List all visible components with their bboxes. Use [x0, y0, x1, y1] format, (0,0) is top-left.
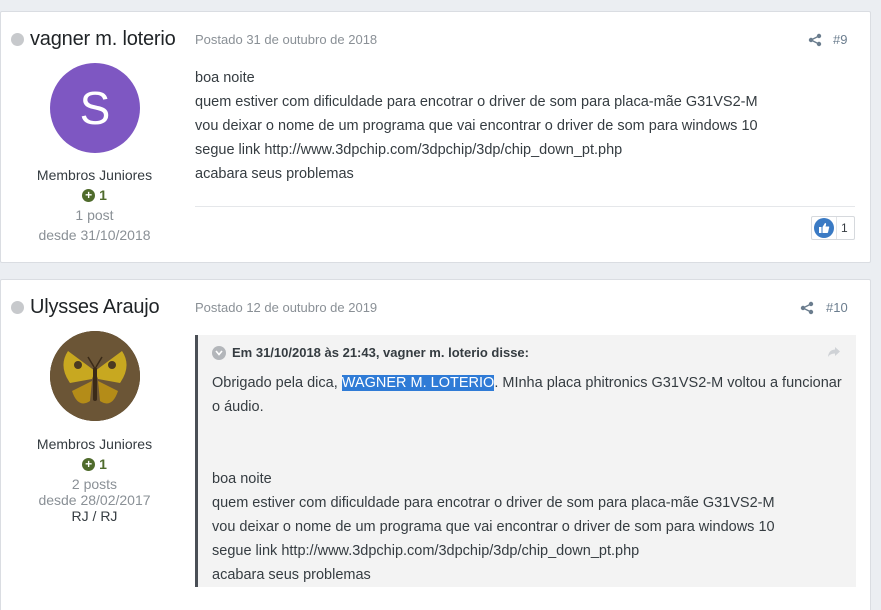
- post-date[interactable]: Postado 31 de outubro de 2018: [195, 32, 377, 47]
- reputation-badge: + 1: [1, 187, 188, 203]
- quote-citation: Em 31/10/2018 às 21:43, vagner m. loteri…: [232, 345, 529, 360]
- like-count: 1: [836, 217, 854, 239]
- reputation-badge: + 1: [1, 456, 188, 472]
- author-meta: Membros Juniores + 1 1 post desde 31/10/…: [1, 167, 188, 243]
- quoted-line: quem estiver com dificuldade para encotr…: [212, 495, 775, 511]
- member-group: Membros Juniores: [36, 436, 153, 452]
- like-icon[interactable]: [814, 218, 834, 238]
- reply-text-start: Obrigado pela dica,: [212, 375, 342, 391]
- status-dot-icon: [11, 33, 24, 46]
- author-meta: Membros Juniores + 1 2 posts desde 28/02…: [1, 436, 188, 524]
- quoted-line: acabara seus problemas: [212, 567, 371, 583]
- post-date[interactable]: Postado 12 de outubro de 2019: [195, 300, 377, 315]
- author-link[interactable]: Ulysses Araujo: [30, 296, 160, 319]
- author-link[interactable]: vagner m. loterio: [30, 28, 176, 51]
- quoted-line: boa noite: [212, 471, 272, 487]
- post-10: Ulysses Araujo Membros Juniores + 1 2 po…: [0, 279, 871, 610]
- content-line: acabara seus problemas: [195, 166, 354, 182]
- divider: [195, 206, 855, 207]
- content-line: segue link http://www.3dpchip.com/3dpchi…: [195, 142, 623, 158]
- post-number-link[interactable]: #10: [826, 300, 848, 315]
- plus-icon: +: [82, 188, 96, 202]
- join-date: desde 31/10/2018: [38, 227, 151, 243]
- selected-text[interactable]: WAGNER M. LOTERIO: [341, 375, 495, 391]
- share-icon[interactable]: [808, 33, 822, 47]
- post-count: 2 posts: [71, 476, 118, 492]
- author-name[interactable]: vagner m. loterio: [11, 28, 176, 51]
- quote-header[interactable]: Em 31/10/2018 às 21:43, vagner m. loteri…: [212, 345, 529, 360]
- location: RJ / RJ: [71, 508, 118, 524]
- avatar[interactable]: [50, 331, 140, 421]
- avatar[interactable]: S: [50, 63, 140, 153]
- content-line: vou deixar o nome de um programa que vai…: [195, 118, 758, 134]
- plus-icon: +: [82, 457, 96, 471]
- status-dot-icon: [11, 301, 24, 314]
- like-button[interactable]: 1: [811, 216, 855, 240]
- post-9: vagner m. loterio S Membros Juniores + 1…: [0, 11, 871, 263]
- member-group: Membros Juniores: [36, 167, 153, 183]
- post-count: 1 post: [75, 207, 114, 223]
- reply-arrow-icon[interactable]: [826, 345, 842, 359]
- butterfly-avatar-image: [50, 331, 140, 421]
- reputation-count: 1: [99, 456, 107, 472]
- chevron-down-icon[interactable]: [212, 345, 226, 360]
- quote-block: Em 31/10/2018 às 21:43, vagner m. loteri…: [195, 335, 856, 587]
- post-number-link[interactable]: #9: [833, 32, 847, 47]
- share-icon[interactable]: [800, 301, 814, 315]
- reply-text: Obrigado pela dica, WAGNER M. LOTERIO. M…: [212, 371, 852, 419]
- content-line: quem estiver com dificuldade para encotr…: [195, 94, 758, 110]
- quoted-line: vou deixar o nome de um programa que vai…: [212, 519, 775, 535]
- content-line: boa noite: [195, 70, 255, 86]
- post-content: boa noite quem estiver com dificuldade p…: [195, 66, 758, 186]
- quote-body: Obrigado pela dica, WAGNER M. LOTERIO. M…: [212, 371, 852, 587]
- join-date: desde 28/02/2017: [38, 492, 151, 508]
- reputation-count: 1: [99, 187, 107, 203]
- quoted-line: segue link http://www.3dpchip.com/3dpchi…: [212, 543, 640, 559]
- author-name[interactable]: Ulysses Araujo: [11, 296, 160, 319]
